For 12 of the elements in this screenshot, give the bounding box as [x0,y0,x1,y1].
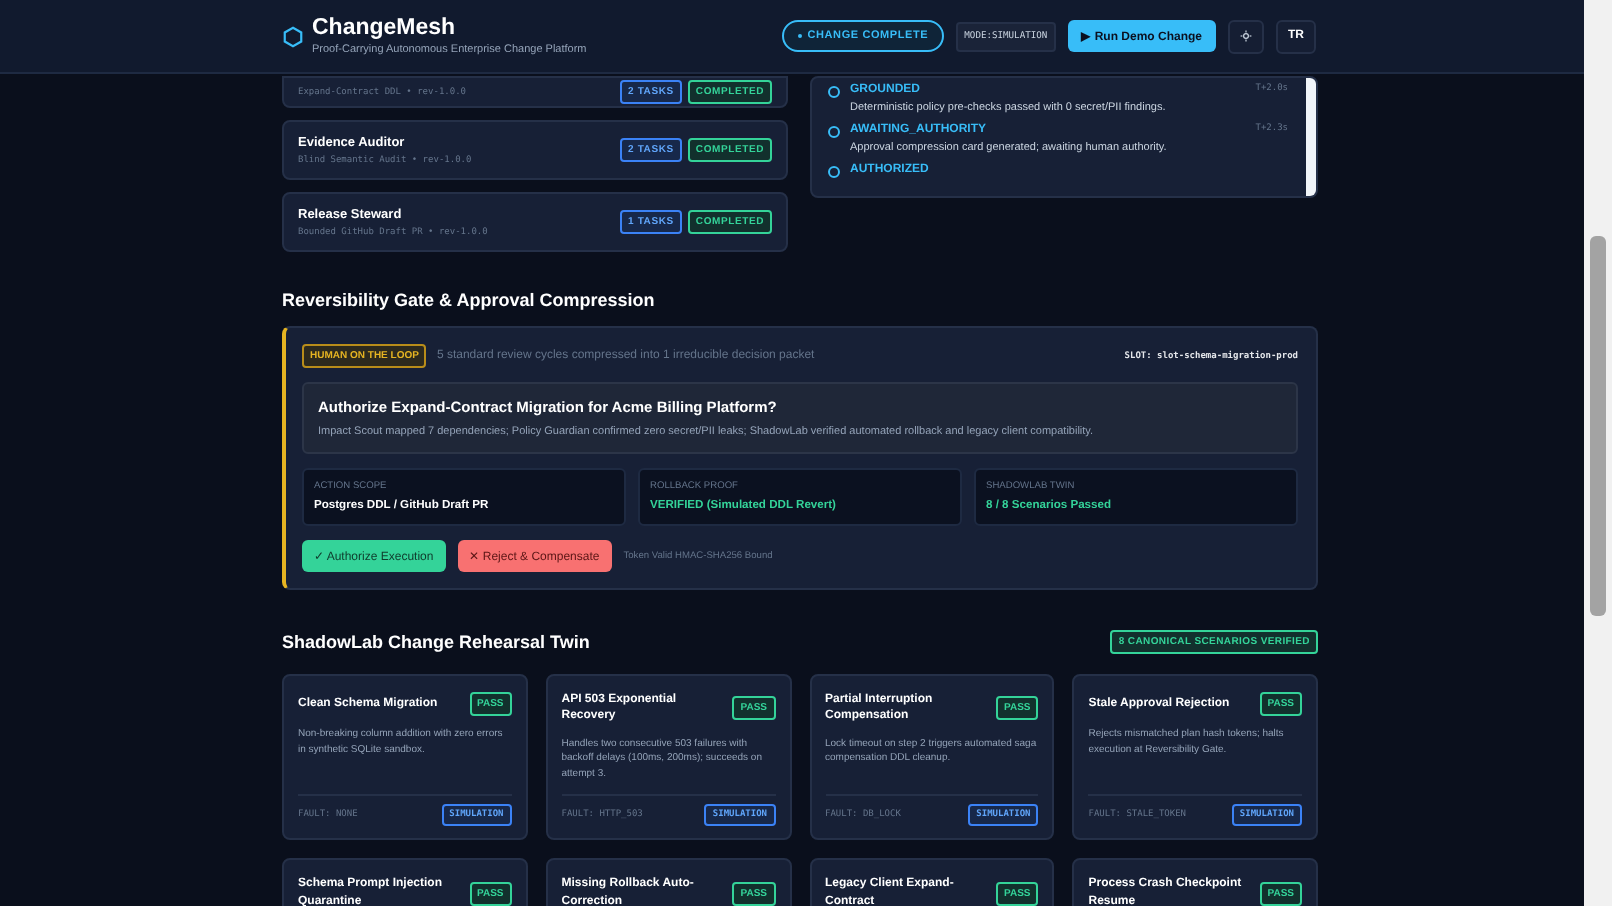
timeline-node-icon [828,126,840,138]
settings-button[interactable] [1228,19,1264,53]
scrollbar[interactable] [1306,78,1316,196]
section-heading: Reversibility Gate & Approval Compression [282,290,657,310]
app-title: ChangeMesh [312,16,458,40]
timeline-node-icon [828,86,840,98]
scrollbar-thumb[interactable] [1590,236,1606,616]
settings-icon [1240,30,1252,42]
timeline-node-icon [828,166,840,178]
section-heading: ShadowLab Change Rehearsal Twin [282,632,590,652]
scrollbar-track[interactable] [1584,0,1612,906]
hexagon-logo-icon [282,25,304,47]
